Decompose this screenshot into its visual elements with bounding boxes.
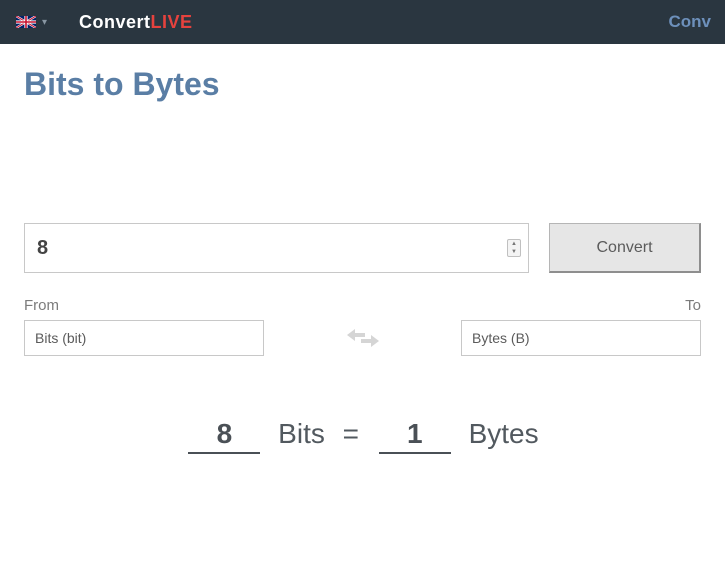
result-to-value: 1 (379, 418, 451, 454)
convert-button[interactable]: Convert (549, 223, 701, 273)
selects-row: Bits (bit) Bytes (B) (24, 320, 701, 356)
swap-icon[interactable] (343, 325, 383, 351)
stepper-down-icon: ▼ (511, 249, 517, 255)
labels-row: From To (24, 297, 701, 314)
topbar: ▾ ConvertLIVE Conv (0, 0, 725, 44)
logo-part2: LIVE (151, 12, 193, 32)
to-label: To (685, 297, 701, 314)
language-selector[interactable]: ▾ (10, 12, 53, 32)
number-input-wrap: ▲ ▼ (24, 223, 529, 273)
from-label: From (24, 297, 59, 314)
from-unit-select[interactable]: Bits (bit) (24, 320, 264, 356)
number-stepper[interactable]: ▲ ▼ (507, 239, 521, 257)
to-unit-select[interactable]: Bytes (B) (461, 320, 701, 356)
input-row: ▲ ▼ Convert (24, 223, 701, 273)
swap-area (264, 325, 461, 351)
logo-part1: Convert (79, 12, 151, 32)
result-row: 8 Bits = 1 Bytes (24, 418, 701, 454)
uk-flag-icon (16, 16, 36, 28)
logo[interactable]: ConvertLIVE (79, 12, 193, 33)
result-equals: = (343, 418, 359, 449)
result-from-unit: Bits (278, 418, 325, 449)
stepper-up-icon: ▲ (511, 241, 517, 247)
nav-link-convert[interactable]: Conv (665, 12, 716, 32)
chevron-down-icon: ▾ (42, 17, 47, 28)
result-to-unit: Bytes (469, 418, 539, 449)
result-from-value: 8 (188, 418, 260, 454)
to-unit-display: Bytes (B) (472, 330, 530, 346)
content: Bits to Bytes ▲ ▼ Convert From To Bits (… (0, 44, 725, 454)
page-title: Bits to Bytes (24, 66, 701, 103)
from-unit-display: Bits (bit) (35, 330, 86, 346)
value-input[interactable] (24, 223, 529, 273)
